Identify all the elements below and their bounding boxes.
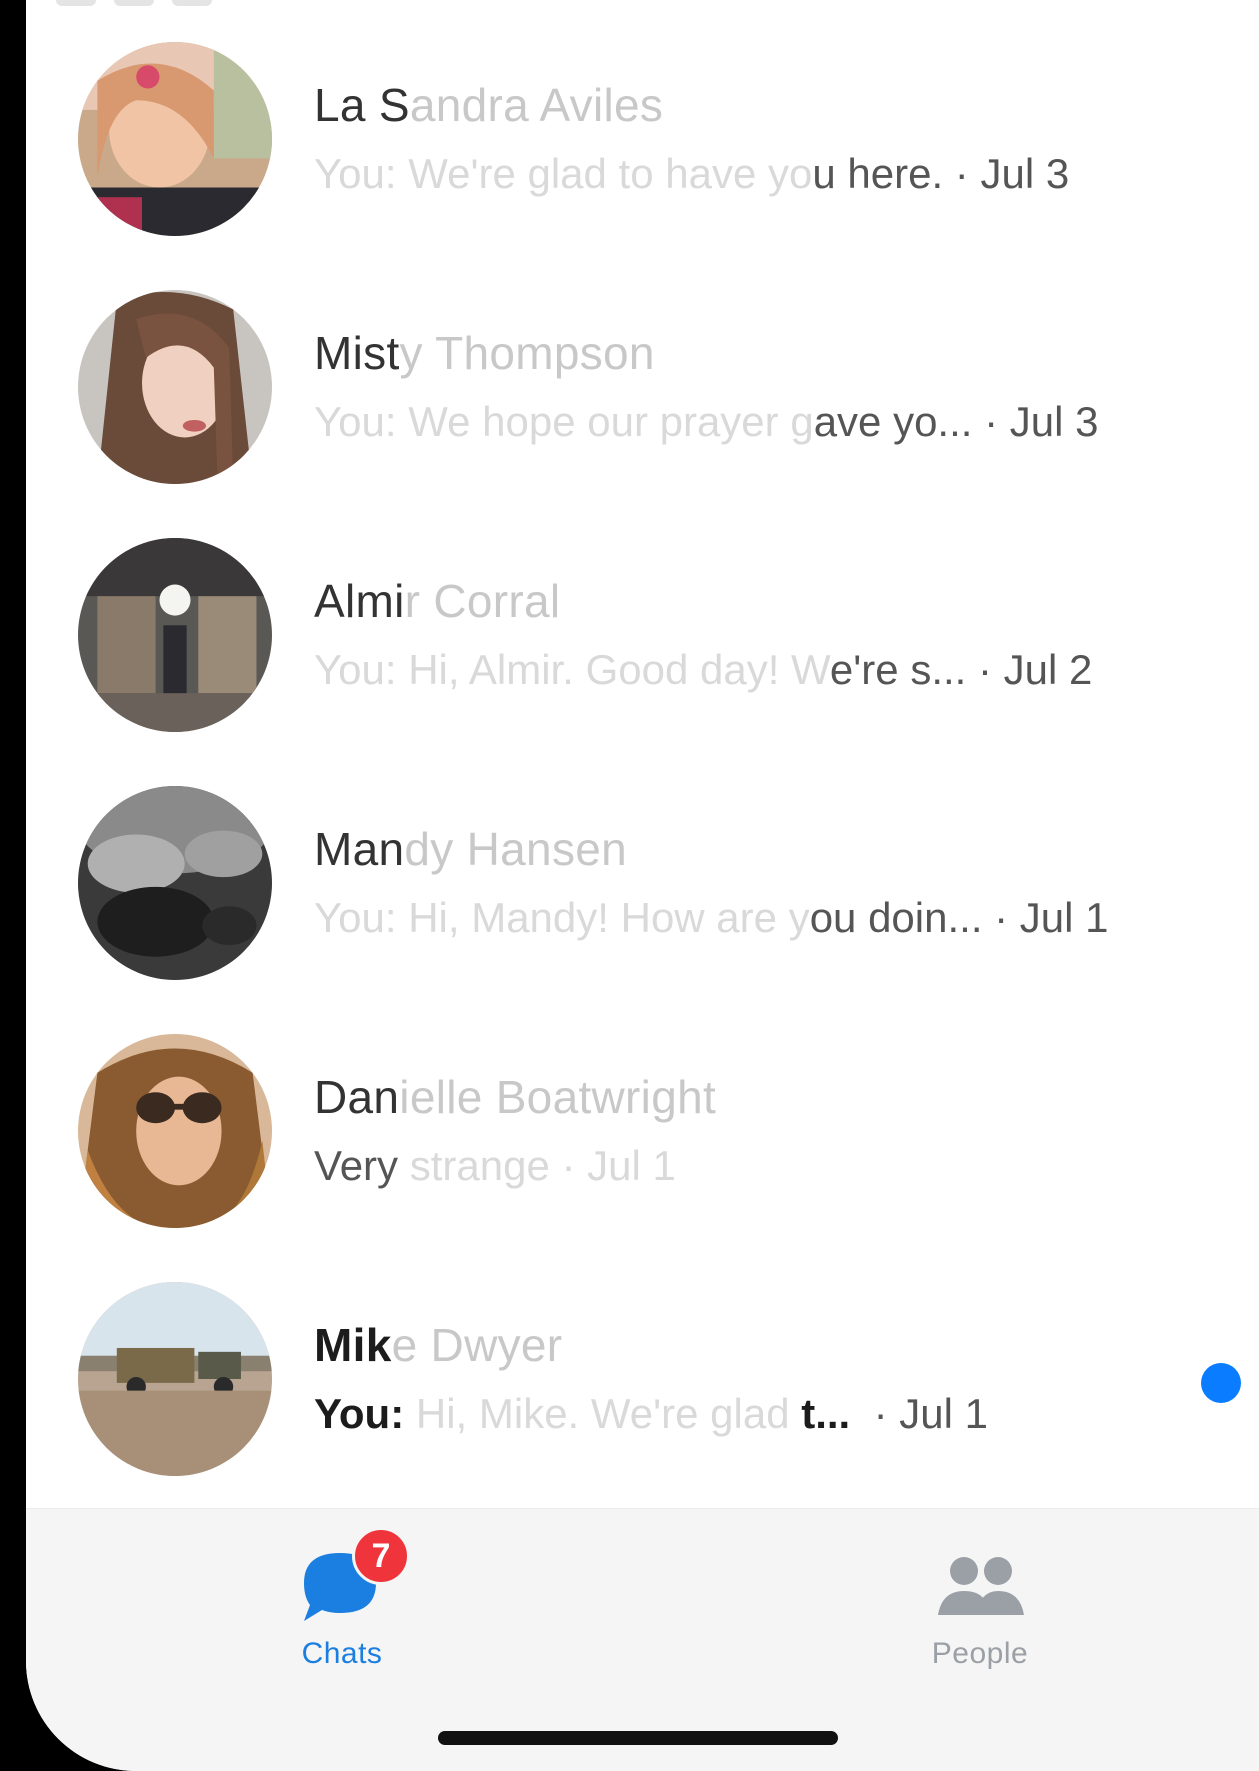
chat-row-la-sandra-aviles[interactable]: La Sandra Aviles You: We're glad to have… <box>26 0 1259 248</box>
contact-name: Almir Corral <box>314 574 560 628</box>
contact-name-faded: ielle Boatwright <box>399 1071 717 1123</box>
contact-name: Mike Dwyer <box>314 1318 562 1372</box>
preview-visible-end: t... <box>801 1390 851 1437</box>
contact-name-visible: Man <box>314 823 405 875</box>
bottom-tab-bar: 7 Chats People <box>26 1508 1259 1771</box>
contact-name: Misty Thompson <box>314 326 655 380</box>
tab-chats[interactable]: 7 Chats <box>212 1527 472 1683</box>
contact-name-faded: y Thompson <box>399 327 655 379</box>
contact-name-visible: Almi <box>314 575 405 627</box>
tab-chats-label: Chats <box>301 1637 383 1670</box>
tab-people[interactable]: People <box>850 1533 1110 1683</box>
preview-faded: You: We're glad to have yo <box>314 150 813 197</box>
preview-faded: strange · Jul 1 <box>398 1142 676 1189</box>
home-indicator[interactable] <box>438 1731 838 1745</box>
avatar <box>78 42 272 236</box>
chat-row-almir-corral[interactable]: Almir Corral You: Hi, Almir. Good day! W… <box>26 496 1259 744</box>
preview-visible: u here. · Jul 3 <box>812 150 1070 197</box>
avatar <box>78 1282 272 1476</box>
preview-faded: You: Hi, Mandy! How are y <box>314 894 810 941</box>
people-icon <box>920 1533 1040 1633</box>
phone-screen: La Sandra Aviles You: We're glad to have… <box>26 0 1259 1771</box>
message-preview: You: Hi, Almir. Good day! We're s... · J… <box>314 646 1092 694</box>
contact-name-visible: Mik <box>314 1319 392 1371</box>
message-preview: You: We hope our prayer gave yo... · Jul… <box>314 398 1098 446</box>
contact-name-faded: dy Hansen <box>404 823 628 875</box>
unread-indicator <box>1201 1363 1241 1403</box>
avatar <box>78 538 272 732</box>
preview-visible: ou doin... · Jul 1 <box>809 894 1109 941</box>
preview-visible: Very <box>314 1142 399 1189</box>
preview-visible: You: <box>314 1390 405 1437</box>
preview-date: · Jul 1 <box>850 1390 988 1437</box>
chat-row-mandy-hansen[interactable]: Mandy Hansen You: Hi, Mandy! How are you… <box>26 744 1259 992</box>
avatar <box>78 290 272 484</box>
contact-name: La Sandra Aviles <box>314 78 663 132</box>
contact-name: Danielle Boatwright <box>314 1070 716 1124</box>
preview-visible: ave yo... · Jul 3 <box>813 398 1099 445</box>
tab-people-label: People <box>931 1637 1029 1670</box>
avatar <box>78 1034 272 1228</box>
contact-name-visible: Dan <box>314 1071 400 1123</box>
message-preview: You: We're glad to have you here. · Jul … <box>314 150 1069 198</box>
message-preview: Very strange · Jul 1 <box>314 1142 676 1190</box>
contact-name-visible: La S <box>314 79 410 131</box>
preview-faded: You: Hi, Almir. Good day! W <box>314 646 830 693</box>
contact-name-faded: andra Aviles <box>409 79 664 131</box>
contact-name-faded: e Dwyer <box>391 1319 563 1371</box>
unread-count-badge: 7 <box>352 1527 410 1585</box>
message-preview: You: Hi, Mandy! How are you doin... · Ju… <box>314 894 1109 942</box>
chat-row-danielle-boatwright[interactable]: Danielle Boatwright Very strange · Jul 1 <box>26 992 1259 1240</box>
preview-visible: e're s... · Jul 2 <box>829 646 1093 693</box>
contact-name: Mandy Hansen <box>314 822 627 876</box>
contact-name-faded: r Corral <box>404 575 561 627</box>
message-preview: You: Hi, Mike. We're glad t... · Jul 1 <box>314 1390 988 1438</box>
preview-faded: Hi, Mike. We're glad <box>404 1390 802 1437</box>
chat-bubble-icon: 7 <box>282 1527 410 1633</box>
contact-name-visible: Mist <box>314 327 400 379</box>
chat-row-mike-dwyer[interactable]: Mike Dwyer You: Hi, Mike. We're glad t..… <box>26 1240 1259 1488</box>
chat-row-misty-thompson[interactable]: Misty Thompson You: We hope our prayer g… <box>26 248 1259 496</box>
avatar <box>78 786 272 980</box>
preview-faded: You: We hope our prayer g <box>314 398 814 445</box>
